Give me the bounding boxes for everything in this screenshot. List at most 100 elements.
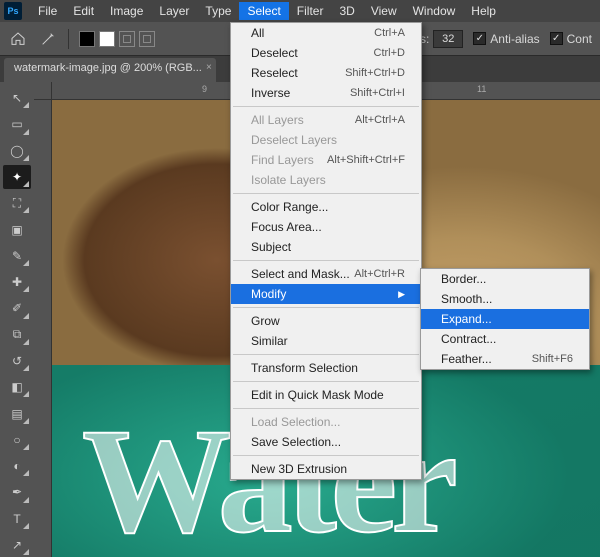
- contiguous-checkbox[interactable]: Cont: [550, 32, 592, 46]
- app-logo: Ps: [4, 2, 22, 20]
- brush-tool[interactable]: ✐: [3, 296, 31, 320]
- eraser-tool[interactable]: ◧: [3, 375, 31, 399]
- menu-item-label: Feather...: [441, 352, 492, 366]
- selection-add-icon[interactable]: [99, 31, 115, 47]
- select-menu-dropdown: AllCtrl+ADeselectCtrl+DReselectShift+Ctr…: [230, 22, 422, 480]
- menu-item-label: Reselect: [251, 66, 298, 80]
- menu-item-grow[interactable]: Grow: [231, 311, 421, 331]
- menu-item-label: All Layers: [251, 113, 304, 127]
- menu-item-save-selection[interactable]: Save Selection...: [231, 432, 421, 452]
- menu-item-shortcut: Alt+Ctrl+R: [354, 268, 405, 280]
- menu-item-label: Grow: [251, 314, 280, 328]
- menu-type[interactable]: Type: [197, 2, 239, 20]
- menu-separator: [233, 354, 419, 355]
- menu-filter[interactable]: Filter: [289, 2, 332, 20]
- menu-help[interactable]: Help: [463, 2, 504, 20]
- menubar: Ps FileEditImageLayerTypeSelectFilter3DV…: [0, 0, 600, 22]
- crop-tool[interactable]: ⛶: [3, 191, 31, 215]
- type-tool[interactable]: T: [3, 507, 31, 531]
- document-tab-title: watermark-image.jpg @ 200% (RGB...: [14, 62, 202, 74]
- menu-item-label: Deselect Layers: [251, 133, 337, 147]
- menu-file[interactable]: File: [30, 2, 65, 20]
- menu-image[interactable]: Image: [102, 2, 151, 20]
- menu-item-load-selection: Load Selection...: [231, 412, 421, 432]
- menu-item-shortcut: Shift+Ctrl+I: [350, 87, 405, 99]
- selection-intersect-icon[interactable]: [139, 31, 155, 47]
- menu-item-label: Save Selection...: [251, 435, 341, 449]
- checkbox-on-icon: [550, 32, 563, 45]
- path-select-tool[interactable]: ↗: [3, 533, 31, 557]
- menu-item-transform-selection[interactable]: Transform Selection: [231, 358, 421, 378]
- menu-item-label: Smooth...: [441, 292, 492, 306]
- menu-item-isolate-layers: Isolate Layers: [231, 170, 421, 190]
- menu-item-label: All: [251, 26, 264, 40]
- magic-wand-tool[interactable]: ✦: [3, 165, 31, 189]
- frame-tool[interactable]: ▣: [3, 217, 31, 241]
- menu-item-shortcut: Shift+F6: [532, 353, 573, 365]
- checkbox-on-icon: [473, 32, 486, 45]
- menu-item-select-and-mask[interactable]: Select and Mask...Alt+Ctrl+R: [231, 264, 421, 284]
- menu-view[interactable]: View: [363, 2, 405, 20]
- antialias-label: Anti-alias: [490, 32, 539, 46]
- ruler-vertical[interactable]: [34, 100, 52, 557]
- eyedropper-tool[interactable]: ✎: [3, 244, 31, 268]
- selection-subtract-icon[interactable]: [119, 31, 135, 47]
- selection-new-icon[interactable]: [79, 31, 95, 47]
- menu-item-shortcut: Ctrl+D: [374, 47, 405, 59]
- chevron-right-icon: ▶: [398, 289, 405, 300]
- menu-select[interactable]: Select: [239, 2, 288, 20]
- antialias-checkbox[interactable]: Anti-alias: [473, 32, 539, 46]
- menu-item-label: Subject: [251, 240, 291, 254]
- menu-item-label: Border...: [441, 272, 486, 286]
- blur-tool[interactable]: ○: [3, 428, 31, 452]
- rect-marquee-tool[interactable]: ▭: [3, 112, 31, 136]
- menu-item-similar[interactable]: Similar: [231, 331, 421, 351]
- ruler-corner: [34, 82, 52, 100]
- menu-window[interactable]: Window: [405, 2, 464, 20]
- clone-stamp-tool[interactable]: ⧉: [3, 323, 31, 347]
- move-tool[interactable]: ↖: [3, 86, 31, 110]
- menu-item-modify[interactable]: Modify▶: [231, 284, 421, 304]
- menu-item-label: Deselect: [251, 46, 298, 60]
- menu-separator: [233, 381, 419, 382]
- menu-item-label: Inverse: [251, 86, 290, 100]
- submenu-item-border[interactable]: Border...: [421, 269, 589, 289]
- home-icon[interactable]: [8, 29, 28, 49]
- menu-separator: [233, 106, 419, 107]
- pen-tool[interactable]: ✒: [3, 480, 31, 504]
- menu-item-color-range[interactable]: Color Range...: [231, 197, 421, 217]
- wand-icon[interactable]: [38, 29, 58, 49]
- menu-3d[interactable]: 3D: [331, 2, 362, 20]
- menu-item-reselect[interactable]: ReselectShift+Ctrl+D: [231, 63, 421, 83]
- document-tab[interactable]: watermark-image.jpg @ 200% (RGB... ×: [4, 58, 216, 82]
- menu-item-shortcut: Alt+Shift+Ctrl+F: [327, 154, 405, 166]
- tolerance-input[interactable]: [433, 30, 463, 48]
- lasso-tool[interactable]: ◯: [3, 139, 31, 163]
- menu-item-inverse[interactable]: Inverse Shift+Ctrl+I: [231, 83, 421, 103]
- close-icon[interactable]: ×: [206, 62, 212, 73]
- menu-item-new-3d-extrusion[interactable]: New 3D Extrusion: [231, 459, 421, 479]
- history-brush-tool[interactable]: ↺: [3, 349, 31, 373]
- submenu-item-smooth[interactable]: Smooth...: [421, 289, 589, 309]
- menu-item-focus-area[interactable]: Focus Area...: [231, 217, 421, 237]
- submenu-item-feather[interactable]: Feather... Shift+F6: [421, 349, 589, 369]
- submenu-item-expand[interactable]: Expand...: [421, 309, 589, 329]
- menu-item-label: Isolate Layers: [251, 173, 326, 187]
- menu-item-edit-in-quick-mask-mode[interactable]: Edit in Quick Mask Mode: [231, 385, 421, 405]
- menu-separator: [233, 307, 419, 308]
- toolbox: ↖▭ ◯✦⛶▣ ✎✚✐ ⧉↺◧▤ ○◐✒ T↗: [0, 82, 34, 557]
- menu-item-label: Contract...: [441, 332, 496, 346]
- menu-item-deselect[interactable]: Deselect Ctrl+D: [231, 43, 421, 63]
- menu-edit[interactable]: Edit: [65, 2, 102, 20]
- menu-item-subject[interactable]: Subject: [231, 237, 421, 257]
- menu-item-find-layers: Find LayersAlt+Shift+Ctrl+F: [231, 150, 421, 170]
- dodge-tool[interactable]: ◐: [3, 454, 31, 478]
- ruler-mark: 9: [202, 84, 207, 94]
- menu-layer[interactable]: Layer: [151, 2, 197, 20]
- menu-item-label: New 3D Extrusion: [251, 462, 347, 476]
- healing-brush-tool[interactable]: ✚: [3, 270, 31, 294]
- menu-item-all[interactable]: All Ctrl+A: [231, 23, 421, 43]
- gradient-tool[interactable]: ▤: [3, 401, 31, 425]
- menu-item-shortcut: Ctrl+A: [374, 27, 405, 39]
- submenu-item-contract[interactable]: Contract...: [421, 329, 589, 349]
